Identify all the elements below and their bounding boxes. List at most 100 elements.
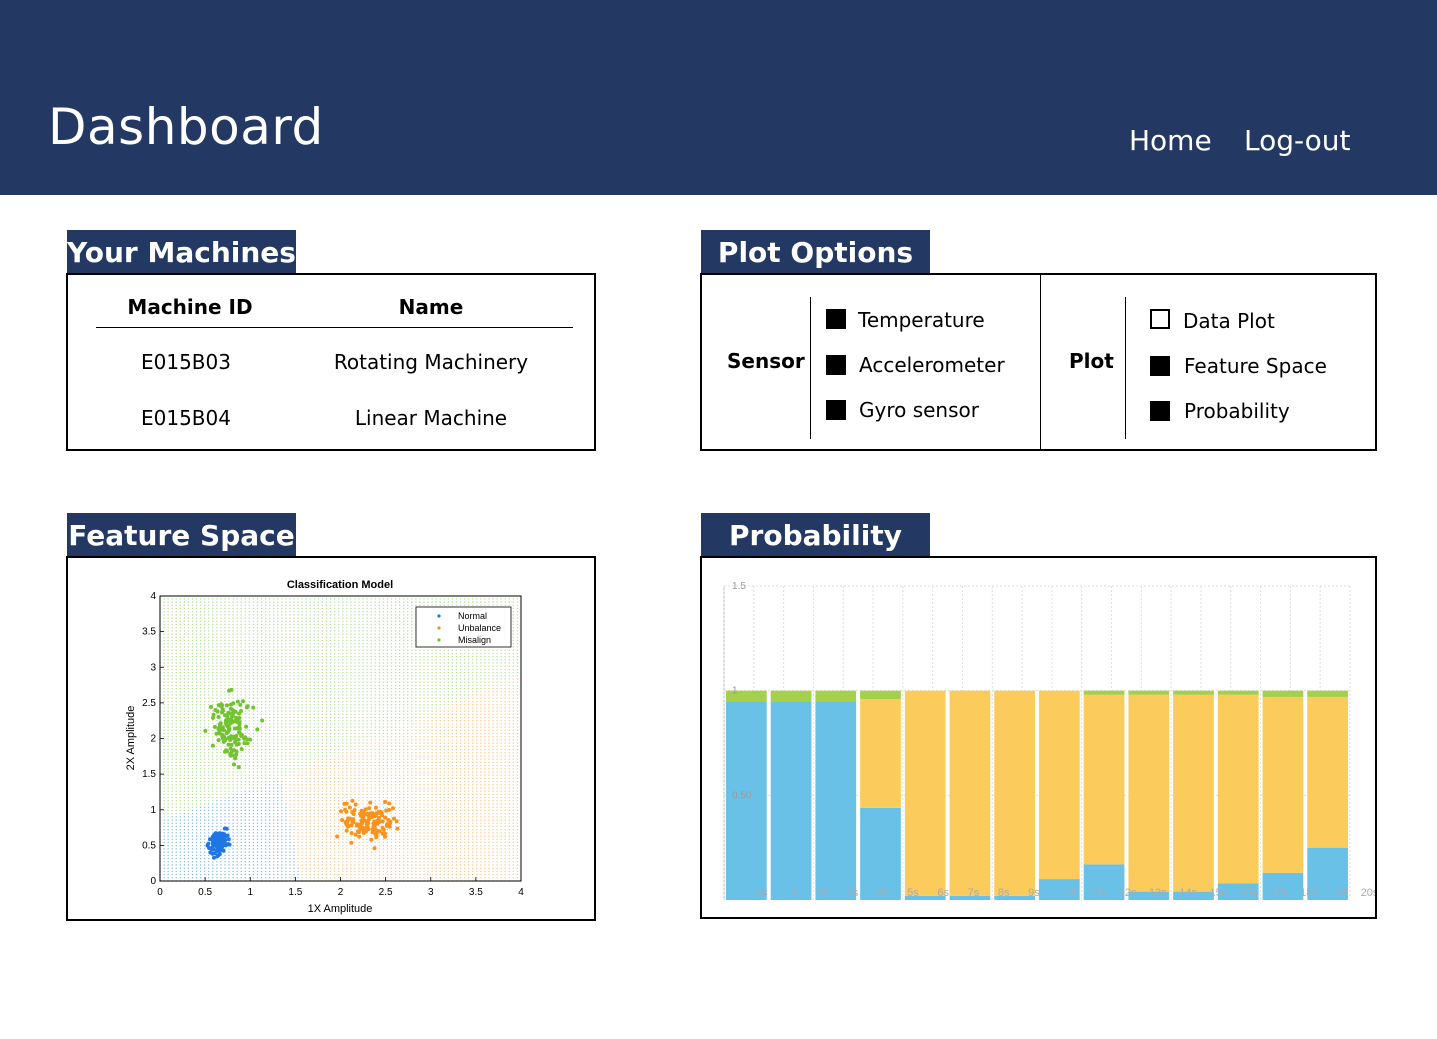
grid-point [293, 748, 295, 751]
grid-point [244, 732, 246, 735]
grid-point [329, 841, 332, 844]
grid-point [220, 646, 222, 648]
grid-point [329, 867, 332, 869]
grid-point [346, 877, 348, 879]
grid-point [313, 665, 315, 667]
grid-point [362, 780, 364, 783]
plot-feature-space-checkbox[interactable] [1150, 356, 1170, 376]
grid-point [220, 742, 222, 744]
sensor-temperature-checkbox[interactable] [826, 309, 846, 329]
grid-point [293, 806, 295, 808]
grid-point [236, 681, 238, 683]
sensor-gyro-checkbox[interactable] [826, 400, 846, 420]
grid-point [232, 832, 234, 834]
grid-point [317, 598, 320, 600]
grid-point [264, 790, 267, 792]
grid-point [289, 761, 291, 764]
grid-point [350, 739, 352, 741]
grid-point [244, 720, 246, 722]
grid-point [362, 732, 364, 735]
grid-point [325, 675, 328, 677]
grid-point [342, 777, 344, 780]
grid-point [260, 809, 263, 812]
grid-point [346, 598, 348, 600]
grid-point [240, 873, 242, 876]
grid-point [273, 739, 275, 741]
grid-point [187, 697, 190, 699]
grid-point [313, 774, 315, 776]
grid-point [187, 736, 190, 738]
grid-point [293, 652, 295, 655]
grid-point [350, 796, 352, 799]
grid-point [167, 636, 169, 638]
grid-point [187, 604, 190, 606]
grid-point [208, 687, 210, 690]
grid-point [273, 873, 275, 876]
grid-point [366, 870, 368, 873]
grid-point [293, 854, 295, 857]
grid-point [256, 742, 259, 744]
grid-point [277, 784, 279, 786]
grid-point [224, 707, 226, 709]
grid-point [333, 652, 336, 655]
grid-point [260, 803, 263, 805]
grid-point [346, 835, 348, 837]
grid-point [248, 636, 250, 638]
grid-point [313, 768, 315, 770]
plot-data-plot-checkbox[interactable] [1150, 309, 1170, 329]
grid-point [228, 813, 230, 815]
grid-point [374, 611, 376, 613]
grid-point [313, 630, 315, 632]
grid-point [293, 829, 295, 831]
grid-point [378, 787, 380, 789]
nav-home-link[interactable]: Home [1129, 124, 1212, 157]
grid-point [273, 726, 275, 728]
grid-point [269, 716, 271, 719]
grid-point [313, 611, 315, 613]
grid-point [297, 649, 299, 651]
grid-point [260, 671, 263, 674]
grid-point [175, 684, 177, 687]
grid-point [167, 704, 169, 706]
grid-point [281, 707, 283, 709]
grid-point [269, 691, 271, 693]
grid-point [366, 745, 368, 747]
grid-point [232, 623, 234, 626]
grid-point [260, 758, 263, 760]
sensor-accelerometer-checkbox[interactable] [826, 355, 846, 375]
grid-point [187, 633, 190, 635]
grid-point [240, 864, 242, 866]
grid-point [252, 806, 255, 808]
grid-point [325, 758, 328, 760]
grid-point [297, 627, 299, 629]
grid-point [224, 745, 226, 747]
grid-point [187, 742, 190, 744]
grid-point [179, 832, 181, 834]
grid-point [269, 732, 271, 735]
grid-point [212, 796, 214, 799]
grid-point [281, 771, 283, 773]
nav-logout-link[interactable]: Log-out [1244, 124, 1351, 157]
grid-point [248, 822, 250, 824]
grid-point [281, 601, 283, 603]
grid-point [354, 768, 356, 770]
grid-point [378, 841, 380, 844]
grid-point [370, 845, 372, 847]
grid-point [329, 630, 332, 632]
grid-point [329, 790, 332, 792]
grid-point [252, 675, 255, 677]
grid-point [248, 752, 250, 754]
plot-probability-checkbox[interactable] [1150, 401, 1170, 421]
grid-point [273, 649, 275, 651]
grid-point [378, 729, 380, 731]
grid-point [273, 790, 275, 792]
grid-point [333, 745, 336, 747]
grid-point [297, 655, 299, 658]
grid-point [293, 774, 295, 776]
grid-point [240, 611, 242, 613]
grid-point [301, 630, 303, 632]
grid-point [248, 681, 250, 683]
grid-point [269, 623, 271, 626]
grid-point [309, 822, 311, 824]
grid-point [167, 639, 169, 642]
